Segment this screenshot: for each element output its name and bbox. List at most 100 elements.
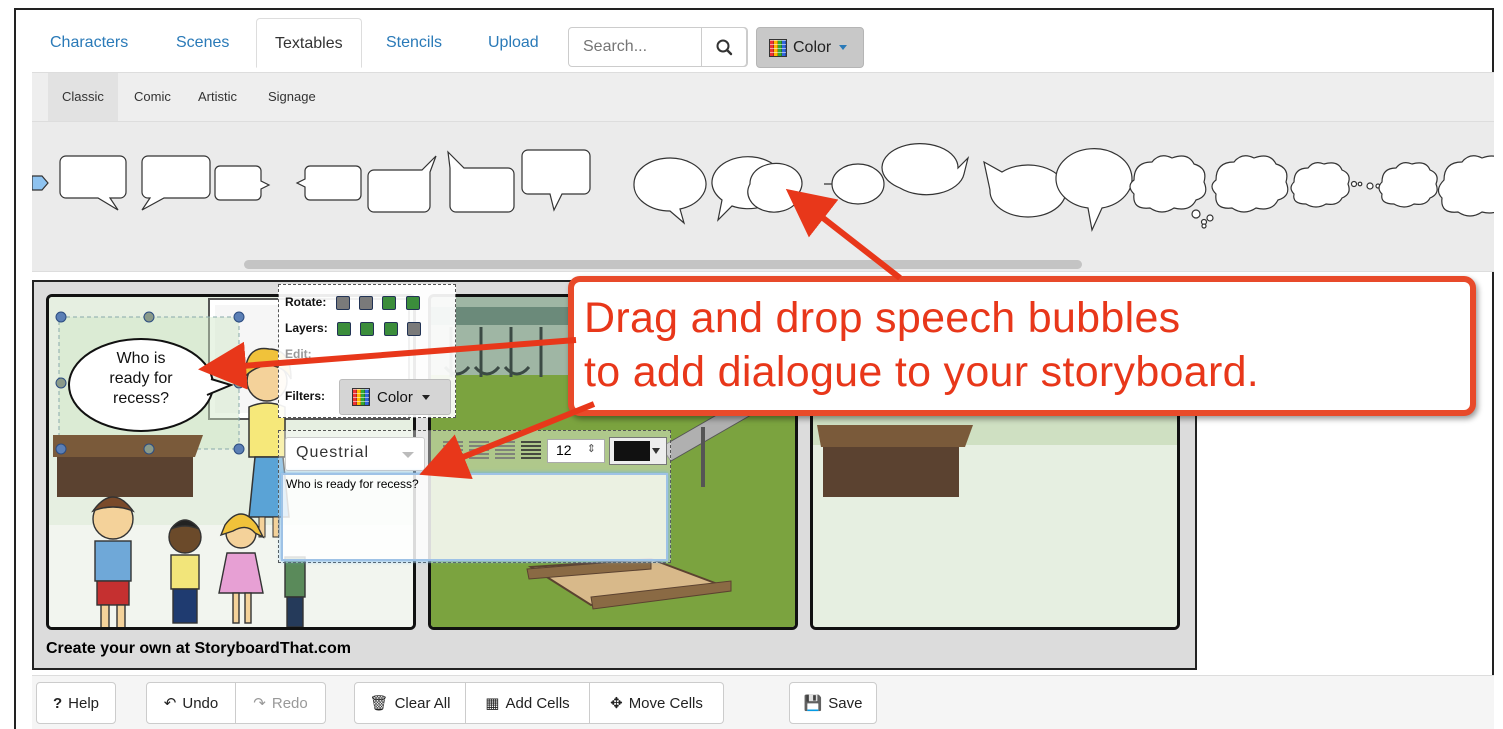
search-input[interactable] <box>569 28 699 66</box>
add-cells-button[interactable]: ▦ Add Cells <box>466 682 590 724</box>
text-color-picker[interactable] <box>609 437 667 465</box>
thought-dot-5 <box>1350 180 1358 188</box>
save-label: Save <box>828 694 863 712</box>
tab-upload[interactable]: Upload <box>470 18 557 68</box>
subtab-artistic[interactable]: Artistic <box>184 73 251 121</box>
undo-button[interactable]: ↶ Undo <box>146 682 236 724</box>
rect-bubble-3 <box>214 165 271 201</box>
rect-bubble-7 <box>521 149 591 212</box>
stepper-arrows-icon: ⇕ <box>586 443 596 455</box>
thought-bubble-5 <box>1437 155 1494 217</box>
rotate-left-icon[interactable] <box>382 295 397 310</box>
oval-bubble-6 <box>983 160 1067 218</box>
layers-label: Layers: <box>285 321 328 335</box>
object-toolbar: Rotate: Layers: Edit: Filters: Color <box>278 284 456 418</box>
dialogue-textarea[interactable]: Who is ready for recess? <box>281 473 668 561</box>
search-icon <box>716 39 733 56</box>
tab-stencils[interactable]: Stencils <box>368 18 460 68</box>
font-size-value: 12 <box>556 442 572 458</box>
bubble-tag-icon <box>32 175 49 191</box>
grid-icon: ▦ <box>485 695 500 712</box>
chevron-down-icon <box>402 452 414 458</box>
color-grid-icon <box>769 38 787 57</box>
thought-dot-4 <box>1201 223 1207 229</box>
thought-dot-7 <box>1366 182 1374 190</box>
color-filter-label: Color <box>793 38 832 56</box>
undo-icon: ↶ <box>163 695 177 712</box>
rect-bubble-1 <box>59 155 127 211</box>
thought-dot-3 <box>1206 214 1214 222</box>
rect-bubble-4 <box>295 165 362 201</box>
filter-color-button[interactable]: Color <box>339 379 451 415</box>
clear-all-button[interactable]: 🗑 Clear All <box>354 682 466 724</box>
thought-bubble-3 <box>1290 162 1350 208</box>
thought-dot-6 <box>1357 181 1363 187</box>
oval-bubble-1 <box>633 157 707 225</box>
speech-bubble-text[interactable]: Who is ready for recess? <box>71 349 211 409</box>
rect-bubble-2 <box>141 155 211 211</box>
bubble-strip-scrollbar[interactable] <box>244 260 1082 269</box>
align-left-icon[interactable] <box>443 441 463 459</box>
help-label: Help <box>68 694 100 712</box>
oval-bubble-5 <box>881 143 970 196</box>
flip-horizontal-icon[interactable] <box>335 295 350 310</box>
textables-panel: Classic Comic Artistic Signage <box>32 72 1494 272</box>
speech-bubble-strip <box>32 121 1494 271</box>
subtab-classic[interactable]: Classic <box>48 73 118 121</box>
help-icon: ? <box>52 694 63 712</box>
tab-scenes[interactable]: Scenes <box>158 18 247 68</box>
redo-button[interactable]: ↷ Redo <box>236 682 326 724</box>
tab-characters[interactable]: Characters <box>32 18 146 68</box>
callout-line-2: to add dialogue to your storyboard. <box>584 348 1260 396</box>
move-icon: ✥ <box>610 695 623 712</box>
trash-icon: 🗑 <box>369 695 389 712</box>
bring-to-front-icon[interactable] <box>337 321 352 336</box>
save-button[interactable]: 💾 Save <box>789 682 877 724</box>
chevron-down-icon <box>421 394 430 400</box>
speech-bubble-line-1: Who is <box>116 350 166 367</box>
rotate-right-icon[interactable] <box>405 295 420 310</box>
chevron-down-icon <box>652 448 660 454</box>
undo-label: Undo <box>182 694 219 712</box>
oval-bubble-4 <box>824 163 885 205</box>
font-size-stepper[interactable]: 12 ⇕ <box>547 439 605 463</box>
list-icon[interactable] <box>521 441 541 459</box>
chevron-down-icon <box>839 45 848 50</box>
align-right-icon[interactable] <box>495 441 515 459</box>
tab-textables[interactable]: Textables <box>256 18 362 68</box>
redo-label: Redo <box>271 694 308 712</box>
filters-label: Filters: <box>285 389 326 403</box>
edit-row: Edit: <box>285 345 312 363</box>
move-cells-button[interactable]: ✥ Move Cells <box>590 682 724 724</box>
send-to-back-icon[interactable] <box>407 321 422 336</box>
storyboard-watermark: Create your own at StoryboardThat.com <box>46 640 351 657</box>
send-backward-icon[interactable] <box>383 321 398 336</box>
thought-bubble-2 <box>1211 155 1289 213</box>
subtab-comic[interactable]: Comic <box>120 73 185 121</box>
help-button[interactable]: ? Help <box>36 682 116 724</box>
bring-forward-icon[interactable] <box>360 321 375 336</box>
speech-bubble-gallery <box>32 143 1494 232</box>
bottom-toolbar: ? Help ↶ Undo ↷ Redo 🗑 Clear All ▦ Add C… <box>32 675 1494 729</box>
floppy-disk-icon: 💾 <box>803 695 823 712</box>
oval-bubble-7 <box>1055 148 1133 232</box>
text-color-swatch <box>614 441 650 461</box>
clear-all-label: Clear All <box>394 694 451 712</box>
add-cells-label: Add Cells <box>505 694 570 712</box>
color-grid-icon <box>352 388 370 406</box>
oval-bubble-3 <box>747 162 811 213</box>
redo-icon: ↷ <box>253 695 266 712</box>
rotate-row: Rotate: <box>285 293 420 311</box>
move-cells-label: Move Cells <box>628 694 703 712</box>
font-select[interactable]: Questrial <box>285 437 425 471</box>
color-filter-button[interactable]: Color <box>756 27 864 68</box>
thought-dot-1 <box>1191 209 1201 219</box>
flip-vertical-icon[interactable] <box>359 295 374 310</box>
align-center-icon[interactable] <box>469 441 489 459</box>
edit-label: Edit: <box>285 347 312 361</box>
subtab-signage[interactable]: Signage <box>254 73 330 121</box>
layers-row: Layers: <box>285 319 422 337</box>
speech-bubble-line-2: ready for <box>109 370 173 387</box>
speech-bubble-line-3: recess? <box>112 390 170 407</box>
search-button[interactable] <box>701 27 747 67</box>
